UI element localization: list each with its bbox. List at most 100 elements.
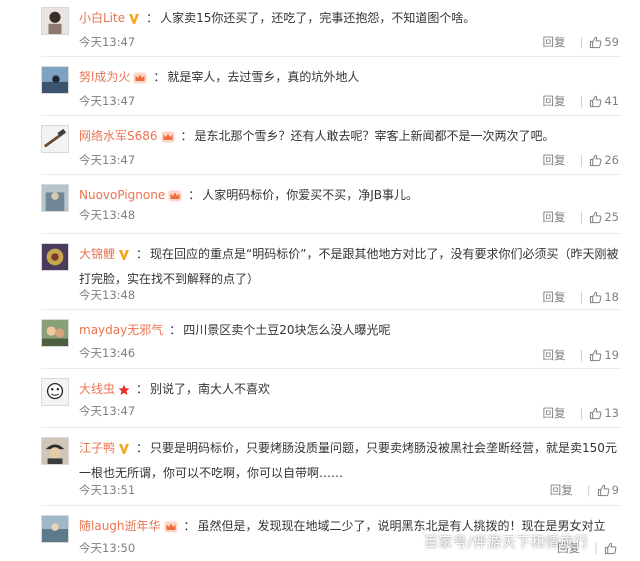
gold-v-icon [128, 10, 140, 32]
colon: ： [153, 70, 166, 84]
comment-actions: 回复 | 41 [542, 93, 619, 109]
gold-v-icon [118, 440, 130, 462]
action-separator: | [594, 541, 598, 555]
colon: ： [180, 129, 193, 143]
reply-button[interactable]: 回复 [542, 153, 565, 167]
avatar[interactable] [41, 437, 69, 465]
comment-text: 别说了，南大人不喜欢 [150, 382, 271, 396]
comment-divider [41, 233, 621, 234]
avatar-image [42, 126, 68, 152]
comment-actions: 回复 | 9 [550, 482, 619, 498]
comment-time: 今天13:48 [79, 288, 136, 302]
username-link[interactable]: mayday无邪气 [79, 323, 163, 337]
thumbs-up-icon [589, 290, 604, 304]
gold-v-icon [118, 246, 130, 268]
comment-time: 今天13:46 [79, 346, 136, 360]
comment-text: 只要是明码标价，只要烤肠没质量问题，只要卖烤肠没被黑社会垄断经营，就是卖150元… [79, 441, 617, 480]
action-separator: | [579, 406, 584, 420]
username-link[interactable]: NuovoPignone [79, 188, 165, 202]
colon: ： [146, 11, 159, 25]
avatar-image [42, 244, 68, 270]
comment-time: 今天13:47 [79, 404, 136, 418]
avatar[interactable] [41, 515, 69, 543]
reply-button[interactable]: 回复 [542, 290, 565, 304]
username-link[interactable]: 网络水军S686 [79, 129, 158, 143]
comment-divider [41, 115, 621, 116]
watermark: 百家号/伴游天下和情旅行 [424, 535, 589, 551]
reply-button[interactable]: 回复 [542, 94, 565, 108]
comment-time: 今天13:47 [79, 94, 136, 108]
comment-divider [41, 174, 621, 175]
reply-button[interactable]: 回复 [542, 406, 565, 420]
colon: ： [188, 188, 201, 202]
action-separator: | [579, 153, 584, 167]
reply-button[interactable]: 回复 [542, 210, 565, 224]
comment-text: 是东北那个雪乡？还有人敢去呢？宰客上新闻都不是一次两次了吧。 [194, 129, 555, 143]
action-separator: | [586, 483, 591, 497]
like-button[interactable]: 41 [589, 94, 619, 108]
reply-button[interactable]: 回复 [542, 35, 565, 49]
comment-text-line: 大锦鲤 ：现在回应的重点是“明码标价”，不是跟其他地方对比了，没有要求你们必须买（… [79, 243, 619, 290]
like-button[interactable]: 25 [589, 210, 619, 224]
avatar[interactable] [41, 184, 69, 212]
like-count: 25 [604, 210, 619, 224]
action-separator: | [579, 210, 584, 224]
like-count: 26 [604, 153, 619, 167]
comment-divider [41, 56, 621, 57]
username-link[interactable]: 努l成为火 [79, 70, 130, 84]
comment-actions: 回复 | 59 [542, 34, 619, 50]
thumbs-up-icon [589, 153, 604, 167]
avatar[interactable] [41, 125, 69, 153]
thumbs-up-icon [589, 406, 604, 420]
comment-text-line: 努l成为火 ：就是宰人，去过雪乡，真的坑外地人 [79, 66, 619, 91]
crown-icon [133, 69, 147, 91]
red-star-icon [118, 381, 130, 403]
username-link[interactable]: 大线虫 [79, 382, 115, 396]
avatar[interactable] [41, 378, 69, 406]
colon: ： [136, 441, 149, 455]
comment-time: 今天13:48 [79, 208, 136, 222]
username-link[interactable]: 江子鸭 [79, 441, 115, 455]
action-separator: | [579, 94, 584, 108]
comment-time: 今天13:51 [79, 483, 136, 497]
username-link[interactable]: 随laugh逝年华 [79, 519, 161, 533]
thumbs-up-icon [597, 483, 612, 497]
avatar[interactable] [41, 243, 69, 271]
comment-actions: 回复 | 13 [542, 405, 619, 421]
like-count: 19 [604, 348, 619, 362]
thumbs-up-icon [604, 541, 619, 555]
username-link[interactable]: 大锦鲤 [79, 247, 115, 261]
comment-actions: 回复 | 25 [542, 209, 619, 225]
username-link[interactable]: 小白Lite [79, 11, 125, 25]
reply-button[interactable]: 回复 [542, 348, 565, 362]
like-button[interactable]: 9 [597, 483, 619, 497]
reply-button[interactable]: 回复 [550, 483, 573, 497]
like-button[interactable]: 13 [589, 406, 619, 420]
like-count: 13 [604, 406, 619, 420]
comment-divider [41, 368, 621, 369]
like-button[interactable]: 26 [589, 153, 619, 167]
comment-divider [41, 505, 621, 506]
comment-text-line: mayday无邪气 ：四川景区卖个土豆20块怎么没人曝光呢 [79, 319, 619, 341]
comment-text-line: NuovoPignone ：人家明码标价，你爱买不买，净JB事儿。 [79, 184, 619, 209]
avatar[interactable] [41, 7, 69, 35]
colon: ： [136, 382, 149, 396]
like-button[interactable]: 18 [589, 290, 619, 304]
comment-text: 现在回应的重点是“明码标价”，不是跟其他地方对比了，没有要求你们必须买（昨天刚被… [79, 247, 619, 286]
like-button[interactable]: 19 [589, 348, 619, 362]
comment-text: 人家明码标价，你爱买不买，净JB事儿。 [202, 188, 419, 202]
like-count: 9 [611, 483, 619, 497]
colon: ： [169, 323, 182, 337]
avatar[interactable] [41, 319, 69, 347]
comment-actions: 回复 | 18 [542, 289, 619, 305]
avatar-image [42, 67, 68, 93]
like-button[interactable] [604, 541, 619, 555]
avatar-image [42, 185, 68, 211]
thumbs-up-icon [589, 210, 604, 224]
comment-actions: 回复 | 26 [542, 152, 619, 168]
colon: ： [136, 247, 149, 261]
avatar[interactable] [41, 66, 69, 94]
like-count: 18 [604, 290, 619, 304]
comment-text-line: 大线虫 ：别说了，南大人不喜欢 [79, 378, 619, 403]
like-button[interactable]: 59 [589, 35, 619, 49]
